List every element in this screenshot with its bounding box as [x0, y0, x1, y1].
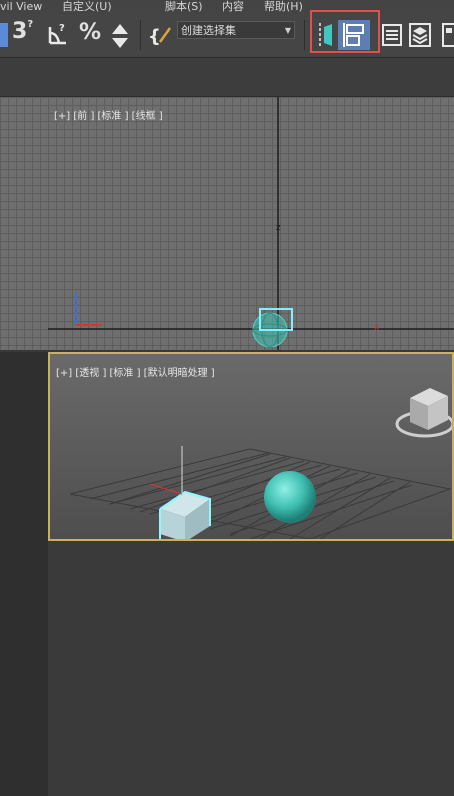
graph-editor-icon — [442, 23, 454, 47]
left-viewport-lower[interactable] — [0, 352, 48, 796]
perspective-viewport[interactable]: [+] [透视 ] [标准 ] [默认明暗处理 ] — [48, 352, 454, 541]
layer-list-icon — [382, 24, 402, 46]
menu-item-help[interactable]: 帮助(H) — [264, 0, 303, 13]
spinner-snap-button[interactable] — [108, 22, 132, 50]
front-viewport[interactable]: [+] [前 ] [标准 ] [线框 ] z x — [48, 97, 454, 350]
snap-3d-icon: 3 — [12, 19, 28, 44]
percent-snap-icon: % — [79, 20, 102, 45]
named-selection-icon: { — [148, 26, 172, 47]
angle-snap-icon: ? — [48, 23, 66, 45]
percent-snap-button[interactable]: % — [79, 20, 101, 45]
front-axis-x-label: x — [374, 323, 380, 333]
edit-named-selection-button[interactable]: { — [148, 22, 176, 48]
menu-item-customize[interactable]: 自定义(U) — [62, 0, 112, 13]
menu-item-content[interactable]: 内容 — [222, 0, 244, 13]
left-viewport-partial[interactable] — [0, 97, 48, 350]
angle-snap-button[interactable]: ? — [45, 19, 71, 49]
front-viewport-scene: z x — [48, 97, 454, 350]
partial-icon-right[interactable] — [440, 22, 454, 48]
perspective-viewport-scene — [69, 388, 452, 539]
selected-box — [149, 446, 211, 539]
front-axis-z-label: z — [276, 223, 281, 233]
menubar: vil View 自定义(U) 脚本(S) 内容 帮助(H) — [0, 0, 454, 14]
svg-text:{: { — [148, 26, 161, 47]
ribbon-panel — [0, 58, 454, 97]
main-toolbar: 3? ? % { 创建选择集 ▼ — [0, 10, 454, 58]
snap-toggle-button[interactable]: 3? — [12, 19, 33, 44]
menu-item-view[interactable]: vil View — [0, 0, 42, 13]
layer-explorer-button[interactable] — [380, 22, 404, 48]
teal-sphere — [264, 471, 316, 523]
stack-layers-icon — [409, 23, 431, 47]
menu-item-script[interactable]: 脚本(S) — [165, 0, 203, 13]
partial-tool-icon[interactable] — [0, 23, 8, 47]
selection-set-value: 创建选择集 — [181, 24, 236, 37]
chevron-down-icon: ▼ — [284, 26, 291, 35]
toggle-ribbon-button[interactable] — [408, 22, 432, 48]
spinner-snap-icon — [112, 24, 128, 48]
highlight-box — [310, 10, 380, 53]
selection-set-dropdown[interactable]: 创建选择集 ▼ — [177, 21, 295, 39]
viewcube-icon — [395, 388, 452, 438]
svg-text:?: ? — [59, 23, 65, 34]
